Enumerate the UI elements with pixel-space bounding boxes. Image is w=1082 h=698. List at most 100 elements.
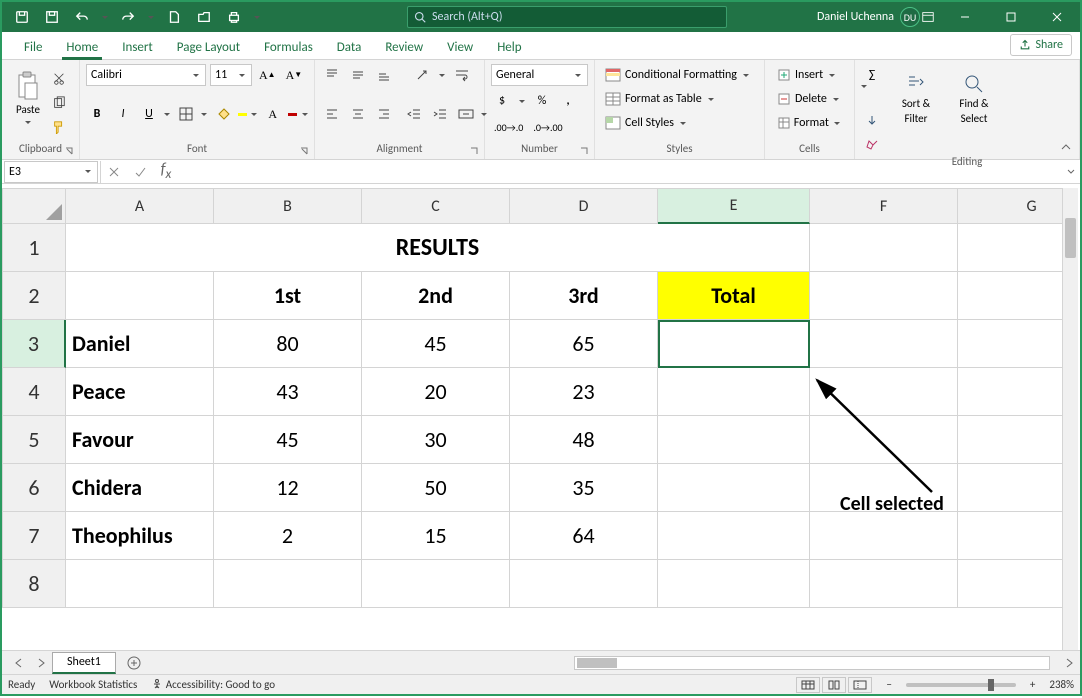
page-layout-view-button[interactable] [822, 677, 846, 693]
cell-C3[interactable]: 45 [362, 320, 510, 368]
format-painter-button[interactable] [48, 116, 70, 138]
wrap-text-button[interactable] [451, 64, 473, 86]
select-all-corner[interactable] [2, 188, 66, 224]
tab-home[interactable]: Home [54, 36, 110, 59]
cell-A6[interactable]: Chidera [66, 464, 214, 512]
borders-dropdown[interactable] [201, 110, 208, 119]
cell-A7[interactable]: Theophilus [66, 512, 214, 560]
hscroll-thumb[interactable] [577, 658, 617, 668]
format-cells-button[interactable]: Format [771, 112, 848, 134]
tab-view[interactable]: View [435, 36, 485, 59]
cell-F7[interactable] [810, 512, 958, 560]
zoom-thumb[interactable] [988, 679, 994, 691]
ribbon-display-options[interactable] [914, 2, 942, 32]
col-header-C[interactable]: C [362, 188, 510, 224]
autosave-toggle[interactable] [10, 5, 34, 29]
col-header-F[interactable]: F [810, 188, 958, 224]
accounting-format-button[interactable]: $ [491, 90, 513, 112]
page-break-view-button[interactable] [848, 677, 872, 693]
cell-C5[interactable]: 30 [362, 416, 510, 464]
search-box[interactable]: Search (Alt+Q) [407, 6, 727, 28]
undo-button[interactable] [70, 5, 94, 29]
align-bottom-button[interactable] [373, 64, 395, 86]
col-header-G[interactable]: G [958, 188, 1062, 224]
open-button[interactable] [192, 5, 216, 29]
tab-file[interactable]: File [12, 36, 54, 59]
row-header-1[interactable]: 1 [2, 224, 66, 272]
underline-dropdown[interactable] [164, 110, 171, 119]
vscroll-thumb[interactable] [1065, 218, 1076, 258]
autosum-button[interactable]: ∑ [861, 64, 883, 86]
col-header-D[interactable]: D [510, 188, 658, 224]
undo-dropdown[interactable] [100, 13, 110, 22]
cell-E5[interactable] [658, 416, 810, 464]
cut-button[interactable] [48, 68, 70, 90]
fill-color-dropdown[interactable] [251, 110, 258, 119]
row-header-6[interactable]: 6 [2, 464, 66, 512]
find-select-button[interactable]: Find & Select [949, 64, 999, 134]
orientation-button[interactable] [411, 64, 433, 86]
redo-button[interactable] [116, 5, 140, 29]
row-header-7[interactable]: 7 [2, 512, 66, 560]
italic-button[interactable]: I [112, 103, 134, 125]
new-sheet-button[interactable] [122, 653, 146, 673]
maximize-button[interactable] [988, 2, 1034, 32]
cell-C6[interactable]: 50 [362, 464, 510, 512]
sheet-nav-prev[interactable] [8, 653, 30, 673]
cell-F1[interactable] [810, 224, 958, 272]
decrease-decimal-button[interactable]: .0→.00 [530, 116, 565, 138]
cell-B8[interactable] [214, 560, 362, 608]
alignment-launcher[interactable] [468, 143, 482, 157]
cell-G6[interactable] [958, 464, 1062, 512]
normal-view-button[interactable] [796, 677, 820, 693]
zoom-level[interactable]: 238% [1049, 678, 1074, 691]
close-button[interactable] [1034, 2, 1080, 32]
cell-D6[interactable]: 35 [510, 464, 658, 512]
cell-C4[interactable]: 20 [362, 368, 510, 416]
cell-B3[interactable]: 80 [214, 320, 362, 368]
hscroll-right[interactable] [1058, 653, 1080, 673]
font-color-dropdown[interactable] [301, 110, 308, 119]
percent-format-button[interactable]: % [531, 90, 553, 112]
fill-button[interactable] [861, 109, 883, 131]
delete-cells-button[interactable]: Delete [771, 88, 848, 110]
insert-function-button[interactable]: fx [153, 161, 179, 183]
clear-button[interactable] [861, 133, 883, 155]
worksheet-grid[interactable]: A B C D E F G 1 RESULTS 2 1st 2nd 3rd To… [2, 188, 1062, 650]
insert-cells-button[interactable]: Insert [771, 64, 848, 86]
align-top-button[interactable] [321, 64, 343, 86]
font-size-select[interactable]: 11 [210, 64, 252, 86]
sort-filter-button[interactable]: Sort & Filter [891, 64, 941, 134]
col-header-E[interactable]: E [658, 188, 810, 224]
cell-D8[interactable] [510, 560, 658, 608]
zoom-out-button[interactable]: − [886, 678, 891, 691]
tab-page-layout[interactable]: Page Layout [165, 36, 252, 59]
col-header-A[interactable]: A [66, 188, 214, 224]
paste-button[interactable]: Paste [8, 64, 48, 134]
fill-color-button[interactable] [212, 103, 234, 125]
cell-G8[interactable] [958, 560, 1062, 608]
borders-button[interactable] [175, 103, 197, 125]
cell-G4[interactable] [958, 368, 1062, 416]
copy-button[interactable] [48, 92, 70, 114]
row-header-8[interactable]: 8 [2, 560, 66, 608]
zoom-in-button[interactable]: + [1030, 678, 1035, 691]
sheet-tab-1[interactable]: Sheet1 [52, 652, 116, 674]
underline-button[interactable]: U [138, 103, 160, 125]
bold-button[interactable]: B [86, 103, 108, 125]
sheet-nav-next[interactable] [30, 653, 52, 673]
number-launcher[interactable] [578, 143, 592, 157]
cell-E7[interactable] [658, 512, 810, 560]
cell-E6[interactable] [658, 464, 810, 512]
new-file-button[interactable] [162, 5, 186, 29]
row-header-5[interactable]: 5 [2, 416, 66, 464]
cell-E3-selected[interactable] [658, 320, 810, 368]
cell-D2[interactable]: 3rd [510, 272, 658, 320]
cell-D3[interactable]: 65 [510, 320, 658, 368]
minimize-button[interactable] [942, 2, 988, 32]
cell-D5[interactable]: 48 [510, 416, 658, 464]
row-header-3[interactable]: 3 [2, 320, 66, 368]
increase-decimal-button[interactable]: .00→.0 [491, 116, 526, 138]
tab-review[interactable]: Review [373, 36, 435, 59]
tab-help[interactable]: Help [485, 36, 533, 59]
